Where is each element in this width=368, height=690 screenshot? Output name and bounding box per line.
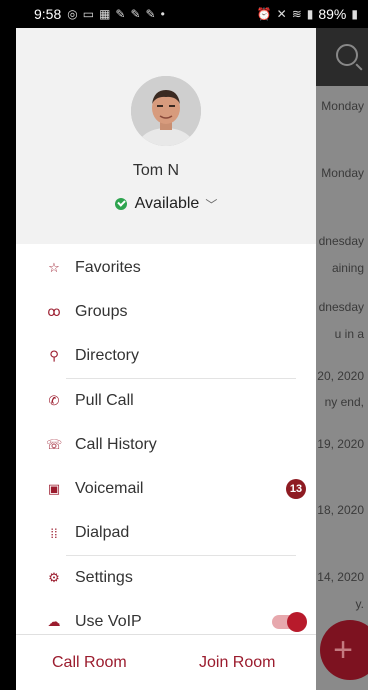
wifi-icon: ≋: [291, 7, 302, 21]
presence-selector[interactable]: Available ﹀: [16, 195, 316, 213]
search-icon: ⚲: [49, 348, 59, 363]
background-text: dnesday: [318, 300, 364, 314]
background-text: Monday: [321, 166, 364, 180]
menu-item-label: Dialpad: [75, 524, 130, 541]
menu-item-call-history[interactable]: ☏ Call History: [16, 423, 316, 467]
menu-item-favorites[interactable]: ☆ Favorites: [16, 246, 316, 290]
status-bar: 9:58 ◎ ▭ ▦ ✎ ✎ ✎ • ⏰ ✕ ≋ ▮ 89% ▮: [16, 0, 368, 28]
notification-icon: ✎: [145, 7, 156, 21]
available-check-icon: [114, 198, 127, 210]
menu-item-label: Directory: [75, 347, 140, 364]
menu-item-label: Pull Call: [75, 392, 134, 409]
navigation-drawer: Tom N Available ﹀ ☆ Favorites ꝏ Groups ⚲…: [16, 28, 316, 690]
profile-header: Tom N Available ﹀: [16, 28, 316, 244]
notification-icon: ✎: [130, 7, 141, 21]
plus-icon: +: [333, 630, 353, 669]
join-room-button[interactable]: Join Room: [199, 654, 275, 672]
background-text: 20, 2020: [317, 369, 364, 383]
alarm-icon: ⏰: [256, 7, 272, 21]
notification-icon: ▦: [99, 7, 111, 21]
menu-item-voicemail[interactable]: ▣ Voicemail 13: [16, 467, 316, 511]
drawer-menu: ☆ Favorites ꝏ Groups ⚲ Directory ✆ Pull …: [16, 246, 316, 644]
menu-item-settings[interactable]: ⚙ Settings: [16, 556, 316, 600]
call-history-icon: ☏: [46, 437, 63, 452]
search-icon: [336, 44, 358, 66]
gear-icon: ⚙: [48, 570, 60, 585]
notification-icon: ✎: [115, 7, 126, 21]
call-room-button[interactable]: Call Room: [52, 654, 127, 672]
presence-status: Available: [134, 195, 200, 212]
cloud-icon: ☁: [47, 614, 61, 629]
toggle-knob: [287, 612, 307, 632]
signal-icon: ▮: [306, 7, 314, 21]
background-text: y.: [355, 597, 364, 611]
menu-item-label: Favorites: [75, 259, 141, 276]
menu-item-label: Voicemail: [75, 480, 144, 497]
background-text: aining: [331, 261, 364, 275]
menu-item-dialpad[interactable]: ⁞⁞ Dialpad: [16, 511, 316, 555]
notification-icon: ▭: [82, 7, 95, 21]
background-text: ny end,: [324, 395, 364, 409]
menu-item-directory[interactable]: ⚲ Directory: [16, 334, 316, 378]
phone-screen: 9:58 ◎ ▭ ▦ ✎ ✎ ✎ • ⏰ ✕ ≋ ▮ 89% ▮ Monday …: [16, 0, 368, 690]
use-voip-toggle[interactable]: [272, 612, 307, 632]
background-text: Monday: [321, 99, 364, 113]
notification-icons: ◎ ▭ ▦ ✎ ✎ ✎ •: [67, 7, 165, 21]
system-icons: ⏰ ✕ ≋ ▮ 89% ▮: [257, 6, 358, 22]
background-text: 14, 2020: [317, 570, 364, 584]
mute-icon: ✕: [276, 7, 287, 21]
groups-icon: ꝏ: [47, 304, 61, 319]
menu-item-pull-call[interactable]: ✆ Pull Call: [16, 379, 316, 423]
menu-item-label: Settings: [75, 569, 133, 586]
drawer-footer: Call Room Join Room: [16, 635, 316, 690]
chevron-down-icon: ﹀: [205, 197, 218, 212]
background-text: 19, 2020: [317, 437, 364, 451]
voicemail-icon: ▣: [47, 481, 61, 496]
background-text: dnesday: [318, 234, 364, 248]
background-text: 18, 2020: [317, 503, 364, 517]
menu-item-label: Call History: [75, 436, 157, 453]
status-time: 9:58: [34, 6, 62, 22]
notification-icon: ◎: [67, 7, 78, 21]
menu-item-label: Groups: [75, 303, 128, 320]
background-text: u in a: [334, 327, 364, 341]
dialpad-icon: ⁞⁞: [50, 525, 58, 541]
star-icon: ☆: [48, 260, 60, 275]
new-message-fab[interactable]: +: [320, 620, 368, 680]
battery-icon: ▮: [351, 7, 358, 21]
avatar[interactable]: [131, 76, 201, 146]
voicemail-count-badge: 13: [286, 479, 306, 499]
menu-item-groups[interactable]: ꝏ Groups: [16, 290, 316, 334]
battery-percent: 89%: [318, 6, 347, 22]
pull-call-icon: ✆: [48, 393, 60, 408]
notification-icon: •: [160, 7, 165, 21]
menu-item-label: Use VoIP: [75, 613, 142, 630]
user-name: Tom N: [132, 162, 180, 179]
